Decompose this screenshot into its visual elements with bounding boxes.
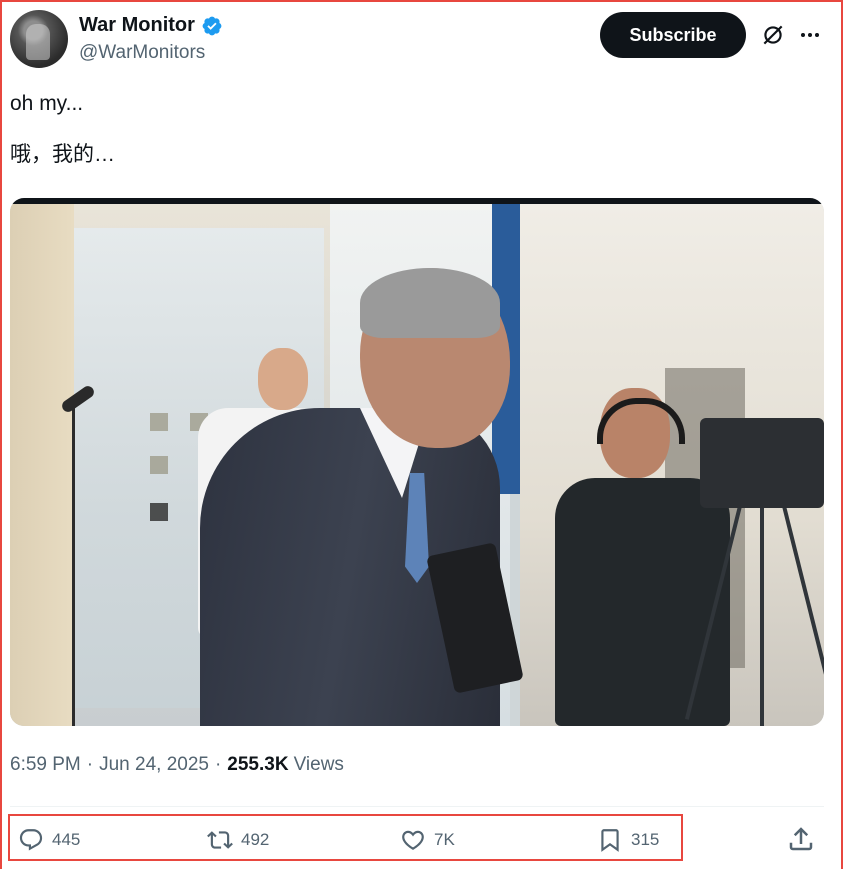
post-date[interactable]: Jun 24, 2025: [99, 754, 209, 776]
divider: [10, 806, 824, 807]
more-icon[interactable]: [796, 22, 824, 48]
like-icon: [402, 830, 424, 850]
highlight-frame-top: [0, 0, 843, 2]
bookmark-icon: [601, 829, 619, 852]
share-icon[interactable]: [786, 824, 816, 854]
actions-highlight-box: [8, 814, 683, 861]
author-name-row: War Monitor: [79, 14, 223, 37]
post-text-line-2: 哦，我的…: [10, 143, 115, 166]
grok-icon[interactable]: [760, 22, 786, 48]
subscribe-button[interactable]: Subscribe: [600, 12, 746, 58]
post-time[interactable]: 6:59 PM: [10, 754, 81, 776]
avatar[interactable]: [10, 10, 68, 68]
display-name[interactable]: War Monitor: [79, 14, 195, 37]
post-text-line-1: oh my...: [10, 92, 84, 115]
views-label: Views: [293, 754, 344, 775]
bookmark-button[interactable]: 315: [597, 822, 659, 858]
post-header: War Monitor @WarMonitors Subscribe: [10, 8, 832, 70]
meta-separator: ·: [86, 754, 94, 775]
reply-icon: [19, 829, 43, 851]
like-count: 7K: [434, 830, 455, 849]
repost-button[interactable]: 492: [207, 822, 269, 858]
meta-separator: ·: [214, 754, 222, 775]
views-count: 255.3K: [227, 754, 289, 775]
like-button[interactable]: 7K: [400, 822, 455, 858]
reply-count: 445: [52, 830, 81, 849]
repost-count: 492: [241, 830, 270, 849]
author-handle[interactable]: @WarMonitors: [79, 42, 205, 64]
repost-icon: [207, 831, 233, 849]
post-meta: 6:59 PM · Jun 24, 2025 · 255.3K Views: [10, 754, 344, 776]
post-photo[interactable]: [10, 198, 824, 726]
verified-badge-icon: [202, 16, 222, 35]
bookmark-count: 315: [631, 830, 660, 849]
reply-button[interactable]: 445: [18, 822, 80, 858]
highlight-frame-left: [0, 0, 2, 869]
